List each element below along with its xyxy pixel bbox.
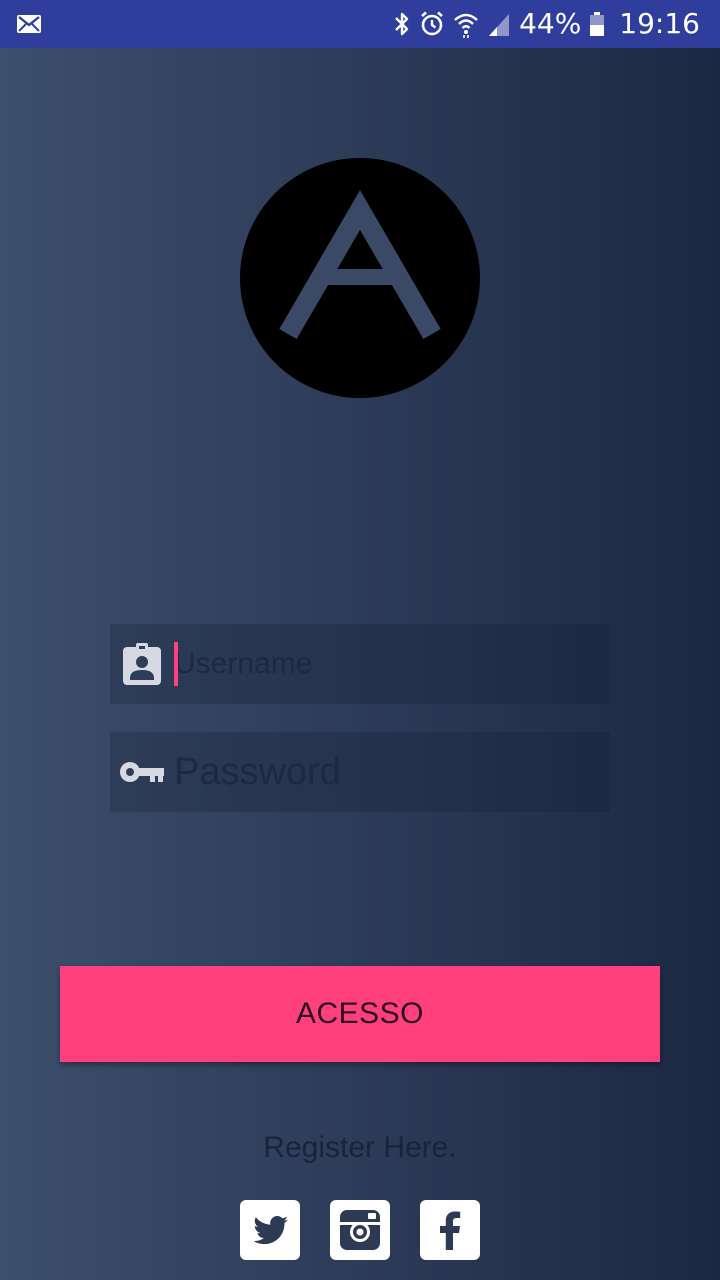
status-bar: 44% 19:16 (0, 0, 720, 48)
key-icon (118, 732, 166, 812)
login-screen: 44% 19:16 Username ACESSO Register Here. (0, 0, 720, 1280)
wifi-icon (453, 10, 479, 38)
contact-badge-icon (122, 624, 162, 704)
register-link[interactable]: Register Here. (0, 1128, 720, 1168)
status-icons: 44% 19:16 (393, 0, 700, 48)
alarm-icon (419, 10, 445, 38)
battery-percent: 44% (519, 7, 582, 40)
app-logo (240, 158, 480, 398)
instagram-button[interactable] (330, 1200, 390, 1260)
twitter-icon (253, 1216, 288, 1245)
facebook-icon (440, 1211, 461, 1250)
password-field (110, 732, 610, 812)
bluetooth-icon (393, 10, 411, 38)
text-cursor (174, 642, 178, 686)
twitter-button[interactable] (240, 1200, 300, 1260)
clock: 19:16 (619, 7, 700, 40)
letter-a-logo (279, 190, 441, 340)
password-input[interactable] (174, 732, 594, 812)
instagram-icon (340, 1210, 380, 1250)
mail-icon (16, 12, 42, 36)
battery-icon (589, 10, 605, 38)
username-input[interactable] (174, 624, 594, 704)
login-button[interactable]: ACESSO (60, 966, 660, 1062)
username-field (110, 624, 610, 704)
facebook-button[interactable] (420, 1200, 480, 1260)
signal-icon (487, 10, 511, 38)
